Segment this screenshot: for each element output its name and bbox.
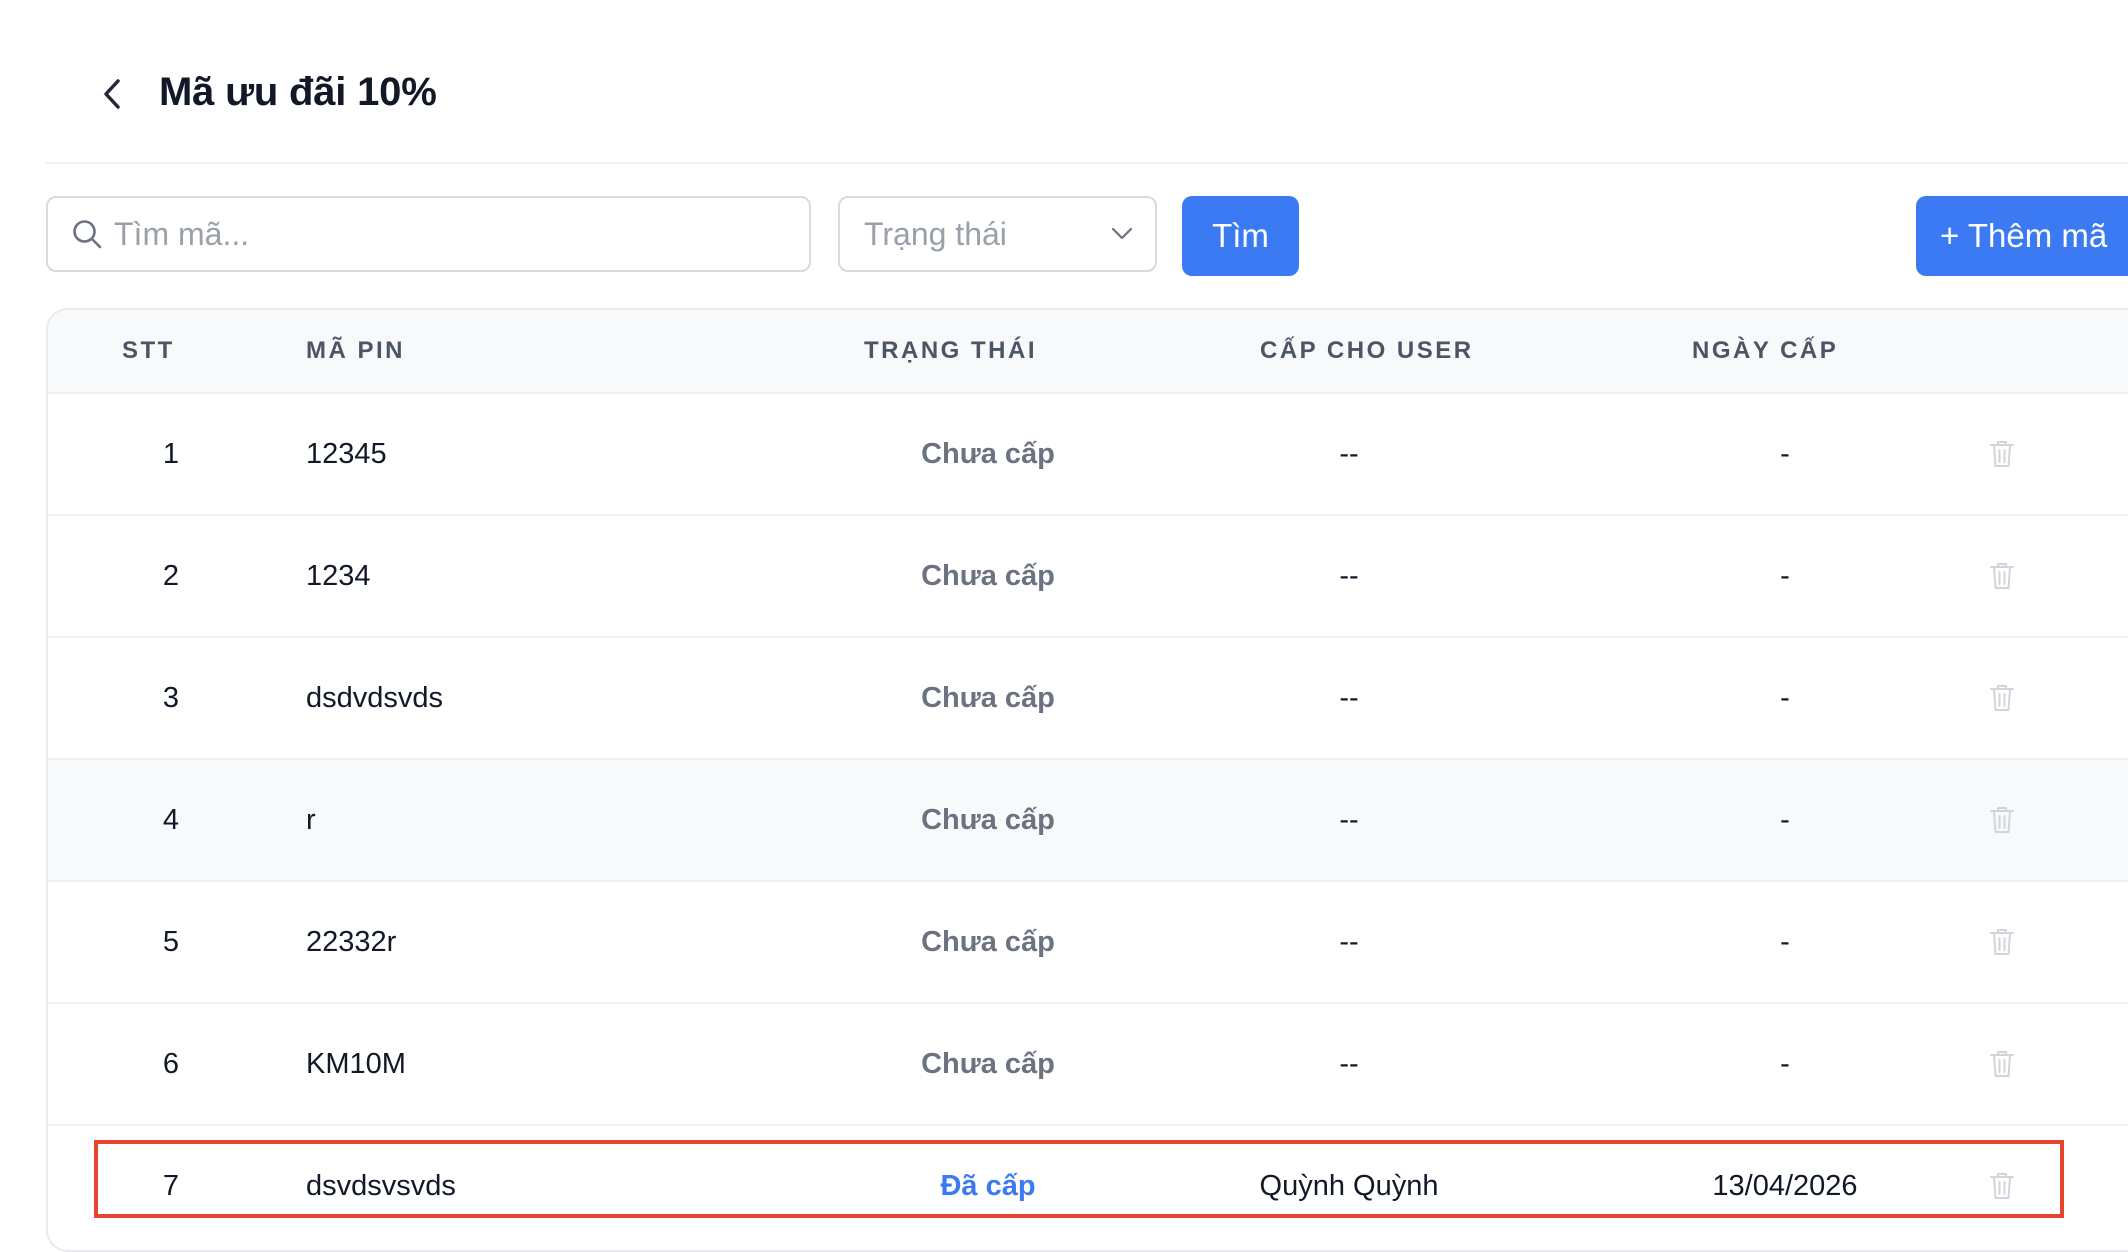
delete-button[interactable] — [1978, 1004, 2026, 1124]
trash-icon — [1990, 1051, 2014, 1077]
row-stt: 7 — [162, 1170, 180, 1202]
codes-table: STT MÃ PIN TRẠNG THÁI CẤP CHO USER NGÀY … — [46, 308, 2128, 1252]
chevron-down-icon — [1111, 227, 1133, 240]
row-status: Chưa cấp — [921, 804, 1055, 836]
row-status: Chưa cấp — [921, 438, 1055, 470]
table-header: STT MÃ PIN TRẠNG THÁI CẤP CHO USER NGÀY … — [48, 310, 2128, 392]
row-user: -- — [1339, 682, 1359, 714]
chevron-left-icon — [104, 79, 120, 109]
column-header-date: NGÀY CẤP — [1692, 337, 1839, 364]
search-input[interactable] — [114, 215, 754, 253]
delete-button[interactable] — [1978, 638, 2026, 758]
row-stt: 5 — [162, 926, 180, 958]
table-row: 3 dsdvdsvds Chưa cấp -- - — [48, 636, 2128, 758]
table-row: 5 22332r Chưa cấp -- - — [48, 880, 2128, 1002]
toolbar: Trạng thái Tìm + Thêm mã — [46, 196, 2128, 276]
delete-button[interactable] — [1978, 882, 2026, 1002]
status-select-value: Trạng thái — [864, 215, 1007, 252]
row-pin: 22332r — [306, 926, 397, 958]
row-stt: 4 — [162, 804, 180, 836]
row-status: Đã cấp — [940, 1170, 1036, 1202]
row-user: Quỳnh Quỳnh — [1259, 1170, 1439, 1202]
column-header-pin: MÃ PIN — [306, 337, 405, 364]
table-row: 7 dsvdsvsvds Đã cấp Quỳnh Quỳnh 13/04/20… — [48, 1124, 2128, 1246]
row-user: -- — [1339, 1048, 1359, 1080]
row-user: -- — [1339, 438, 1359, 470]
row-pin: r — [306, 804, 316, 836]
row-stt: 1 — [162, 438, 180, 470]
add-code-button[interactable]: + Thêm mã — [1916, 196, 2128, 276]
row-pin: 1234 — [306, 560, 371, 592]
row-status: Chưa cấp — [921, 560, 1055, 592]
column-header-user: CẤP CHO USER — [1260, 337, 1474, 364]
trash-icon — [1990, 563, 2014, 589]
search-button[interactable]: Tìm — [1182, 196, 1299, 276]
page-header: Mã ưu đãi 10% — [46, 52, 2128, 164]
search-icon — [70, 217, 104, 251]
page-title: Mã ưu đãi 10% — [159, 70, 437, 114]
row-stt: 3 — [162, 682, 180, 714]
delete-button[interactable] — [1978, 394, 2026, 514]
trash-icon — [1990, 441, 2014, 467]
row-status: Chưa cấp — [921, 1048, 1055, 1080]
row-user: -- — [1339, 804, 1359, 836]
column-header-status: TRẠNG THÁI — [864, 337, 1037, 364]
trash-icon — [1990, 807, 2014, 833]
row-user: -- — [1339, 560, 1359, 592]
table-row: 1 12345 Chưa cấp -- - — [48, 392, 2128, 514]
column-header-stt: STT — [122, 337, 175, 364]
trash-icon — [1990, 929, 2014, 955]
trash-icon — [1990, 685, 2014, 711]
delete-button[interactable] — [1978, 1126, 2026, 1246]
status-select[interactable]: Trạng thái — [838, 196, 1157, 272]
delete-button[interactable] — [1978, 760, 2026, 880]
row-pin: KM10M — [306, 1048, 406, 1080]
row-date: - — [1780, 926, 1790, 958]
row-pin: dsvdsvsvds — [306, 1170, 456, 1202]
row-status: Chưa cấp — [921, 926, 1055, 958]
table-row: 2 1234 Chưa cấp -- - — [48, 514, 2128, 636]
row-user: -- — [1339, 926, 1359, 958]
row-pin: 12345 — [306, 438, 387, 470]
back-button[interactable] — [84, 66, 140, 122]
delete-button[interactable] — [1978, 516, 2026, 636]
table-row: 6 KM10M Chưa cấp -- - — [48, 1002, 2128, 1124]
row-stt: 2 — [162, 560, 180, 592]
row-stt: 6 — [162, 1048, 180, 1080]
row-date: - — [1780, 438, 1790, 470]
search-box[interactable] — [46, 196, 811, 272]
row-date: - — [1780, 560, 1790, 592]
row-date: - — [1780, 804, 1790, 836]
row-date: - — [1780, 682, 1790, 714]
trash-icon — [1990, 1173, 2014, 1199]
table-row: 4 r Chưa cấp -- - — [48, 758, 2128, 880]
row-pin: dsdvdsvds — [306, 682, 444, 714]
row-date: 13/04/2026 — [1712, 1170, 1858, 1202]
row-status: Chưa cấp — [921, 682, 1055, 714]
row-date: - — [1780, 1048, 1790, 1080]
